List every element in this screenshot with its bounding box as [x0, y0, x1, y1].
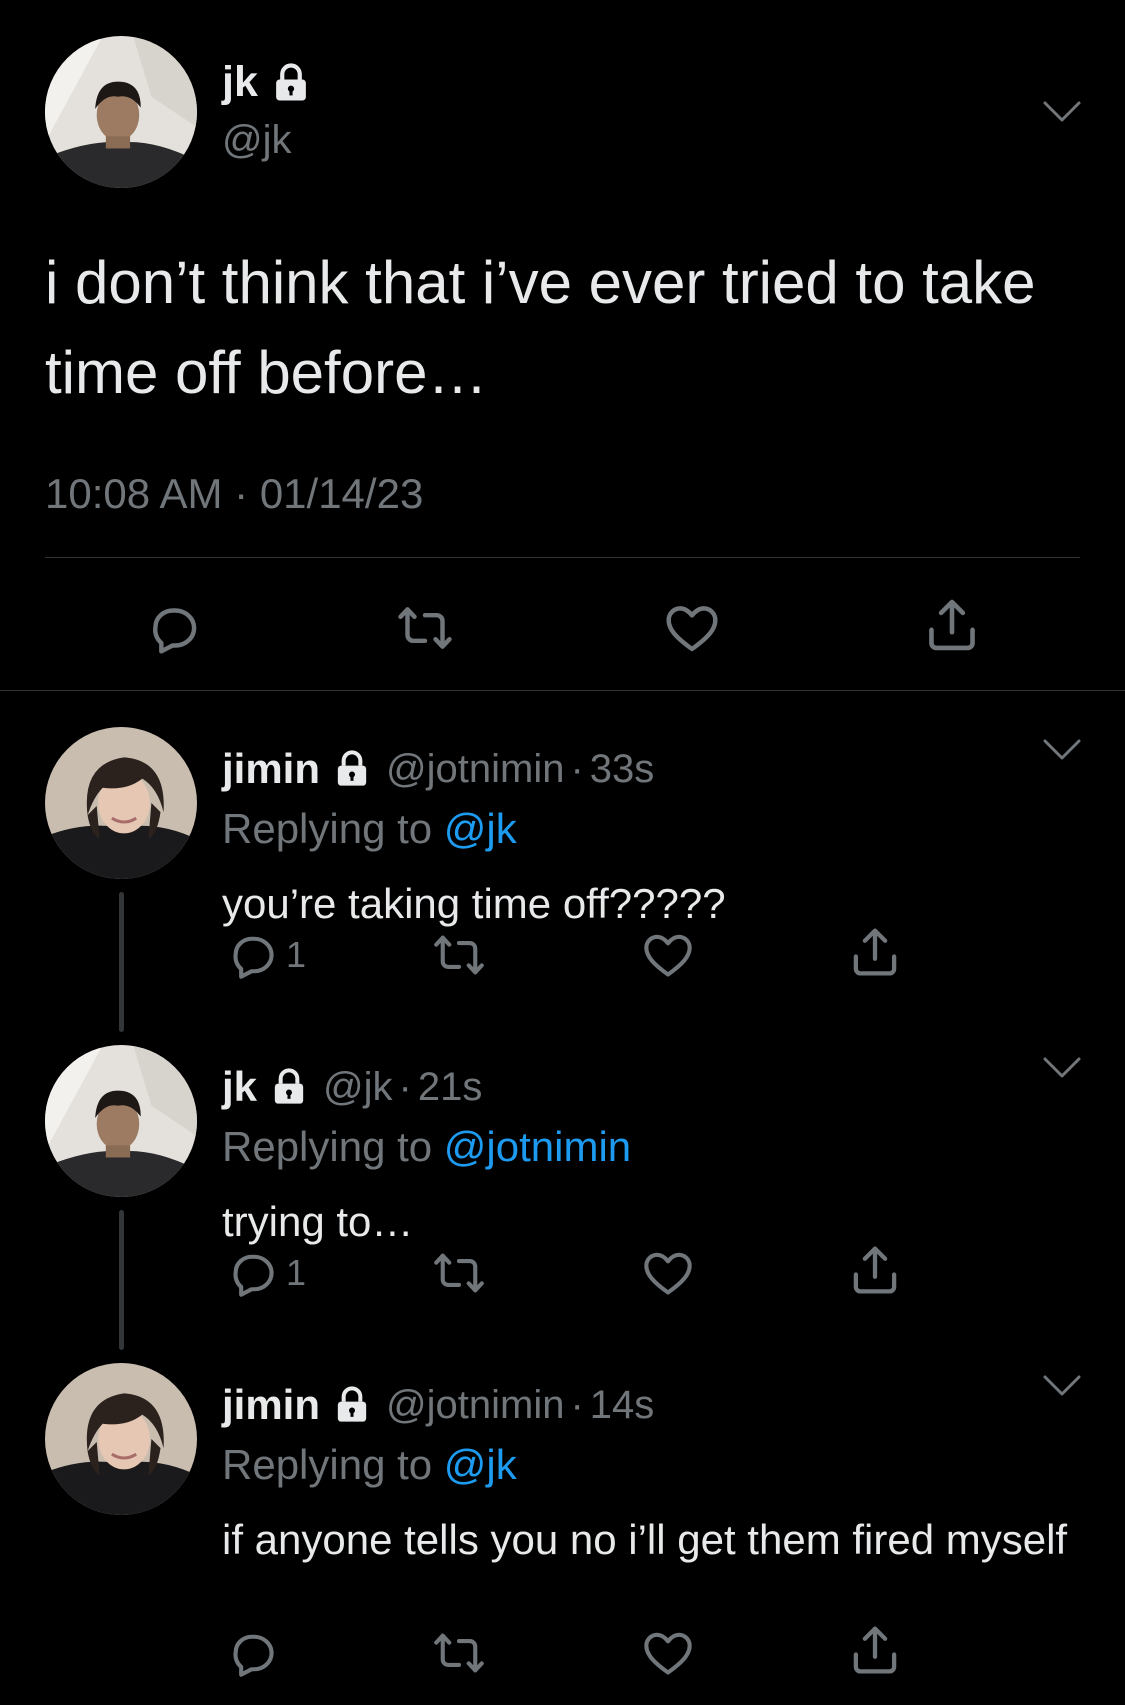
meta-separator: · — [570, 746, 584, 791]
tweet-timestamp[interactable]: 10:08 AM · 01/14/23 — [45, 470, 423, 518]
like-button[interactable] — [642, 929, 694, 981]
lock-icon — [270, 62, 312, 104]
heart-icon — [642, 1627, 694, 1679]
avatar-image — [45, 1045, 197, 1197]
retweet-icon — [433, 929, 485, 981]
retweet-icon — [397, 600, 453, 656]
retweet-icon — [433, 1247, 485, 1299]
lock-icon — [269, 1067, 309, 1107]
avatar-image — [45, 36, 197, 188]
section-divider — [0, 690, 1125, 691]
reply-button[interactable]: 1 — [226, 929, 306, 981]
share-icon — [848, 1623, 902, 1677]
author-handle[interactable]: @jk — [222, 118, 292, 163]
tweet-text: if anyone tells you no i’ll get them fir… — [222, 1516, 1068, 1563]
tweet-time[interactable]: 21s — [418, 1065, 483, 1110]
share-button[interactable] — [848, 925, 902, 979]
mention-link[interactable]: @jk — [444, 805, 517, 852]
author-name[interactable]: jimin — [222, 1381, 320, 1429]
divider — [45, 557, 1080, 558]
author-handle[interactable]: @jotnimin — [386, 747, 564, 792]
mention-link[interactable]: @jk — [444, 1441, 517, 1488]
chevron-down-icon[interactable] — [1042, 737, 1082, 763]
lock-icon — [332, 1385, 372, 1425]
avatar[interactable] — [45, 727, 197, 879]
author-name[interactable]: jimin — [222, 745, 320, 793]
retweet-button[interactable] — [397, 600, 453, 656]
retweet-button[interactable] — [433, 1627, 485, 1679]
replying-to: Replying to @jotnimin — [222, 1123, 631, 1171]
share-button[interactable] — [848, 1243, 902, 1297]
author-handle[interactable]: @jotnimin — [386, 1383, 564, 1428]
reply-tweet: jimin @jotnimin · 33s Replying to @jk yo… — [0, 727, 1125, 997]
reply-button[interactable]: 1 — [226, 1247, 306, 1299]
avatar-image — [45, 727, 197, 879]
avatar-image — [45, 1363, 197, 1515]
share-button[interactable] — [848, 1623, 902, 1677]
share-icon — [848, 925, 902, 979]
reply-icon — [145, 600, 201, 656]
reply-button[interactable] — [226, 1627, 278, 1679]
chevron-down-icon[interactable] — [1042, 1373, 1082, 1399]
replying-to: Replying to @jk — [222, 805, 517, 853]
replying-prefix: Replying to — [222, 805, 444, 852]
tweet-time: 10:08 AM — [45, 470, 223, 517]
heart-icon — [664, 600, 720, 656]
share-icon — [923, 596, 981, 654]
tweet-date: 01/14/23 — [259, 470, 424, 517]
retweet-button[interactable] — [433, 1247, 485, 1299]
retweet-icon — [433, 1627, 485, 1679]
share-icon — [848, 1243, 902, 1297]
reply-count: 1 — [286, 934, 307, 975]
tweet-time[interactable]: 33s — [590, 747, 655, 792]
author-name-text[interactable]: jk — [222, 58, 258, 107]
like-button[interactable] — [642, 1627, 694, 1679]
reply-tweet: jk @jk · 21s Replying to @jotnimin tryin… — [0, 1045, 1125, 1315]
reply-icon — [226, 1247, 278, 1299]
meta-separator: · — [234, 470, 249, 517]
chevron-down-icon[interactable] — [1042, 99, 1082, 125]
reply-header: jimin @jotnimin · 33s — [222, 745, 654, 793]
like-button[interactable] — [642, 1247, 694, 1299]
reply-header: jimin @jotnimin · 14s — [222, 1381, 654, 1429]
meta-separator: · — [570, 1382, 584, 1427]
replying-prefix: Replying to — [222, 1123, 444, 1170]
tweet-text: you’re taking time off????? — [222, 880, 726, 927]
tweet-text: i don’t think that i’ve ever tried to ta… — [45, 249, 1036, 406]
reply-header: jk @jk · 21s — [222, 1063, 482, 1111]
heart-icon — [642, 929, 694, 981]
replying-to: Replying to @jk — [222, 1441, 517, 1489]
author-name[interactable]: jk — [222, 58, 312, 107]
reply-icon — [226, 929, 278, 981]
tweet-text: trying to… — [222, 1198, 414, 1245]
share-button[interactable] — [923, 596, 981, 654]
reply-tweet: jimin @jotnimin · 14s Replying to @jk if… — [0, 1363, 1125, 1693]
author-handle[interactable]: @jk — [323, 1065, 393, 1110]
avatar[interactable] — [45, 36, 197, 188]
replying-prefix: Replying to — [222, 1441, 444, 1488]
chevron-down-icon[interactable] — [1042, 1055, 1082, 1081]
lock-icon — [332, 749, 372, 789]
heart-icon — [642, 1247, 694, 1299]
main-tweet: jk @jk i don’t think that i’ve ever trie… — [0, 0, 1125, 690]
reply-icon — [226, 1627, 278, 1679]
avatar[interactable] — [45, 1045, 197, 1197]
reply-count: 1 — [286, 1252, 307, 1293]
like-button[interactable] — [664, 600, 720, 656]
reply-button[interactable] — [145, 600, 201, 656]
author-name[interactable]: jk — [222, 1063, 257, 1111]
retweet-button[interactable] — [433, 929, 485, 981]
meta-separator: · — [398, 1064, 412, 1109]
tweet-time[interactable]: 14s — [590, 1383, 655, 1428]
mention-link[interactable]: @jotnimin — [444, 1123, 631, 1170]
avatar[interactable] — [45, 1363, 197, 1515]
